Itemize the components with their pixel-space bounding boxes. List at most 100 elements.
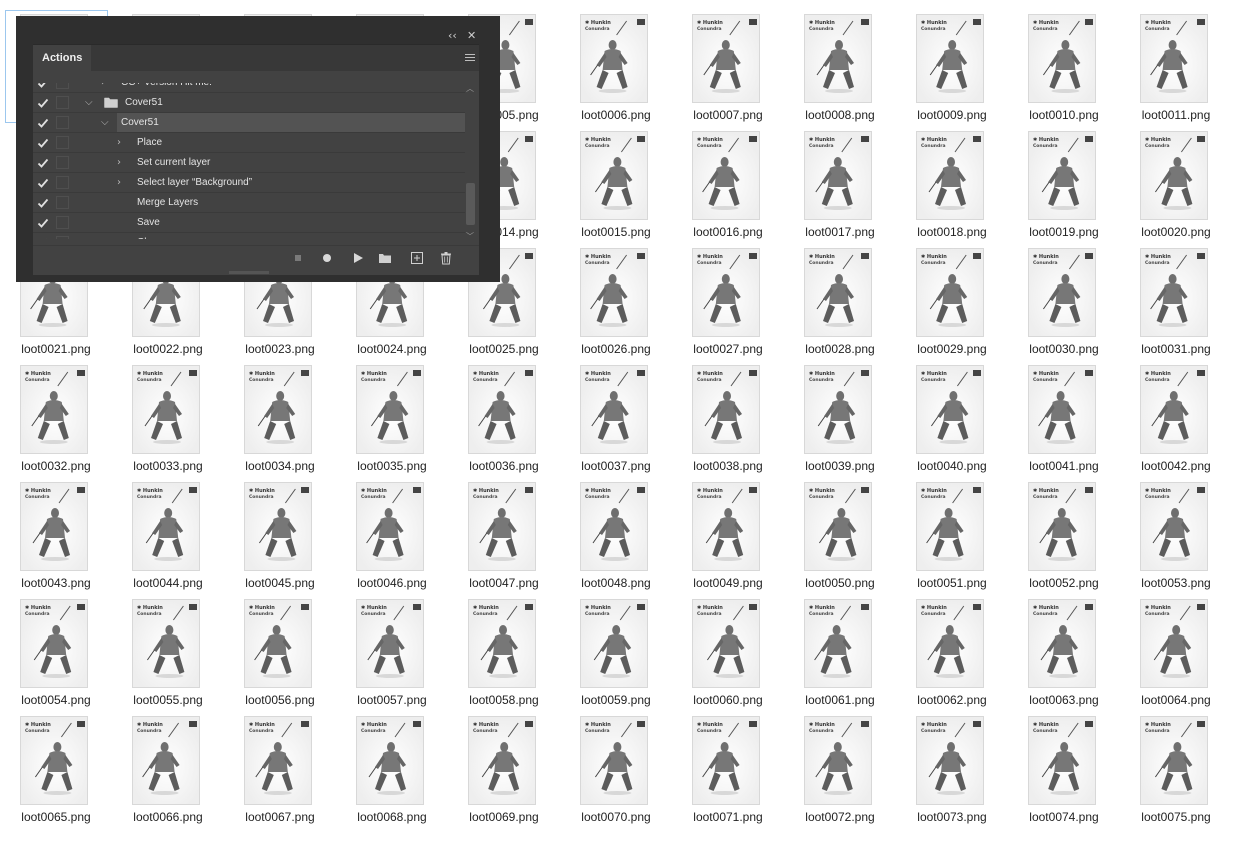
file-thumbnail[interactable]: ✱ Hunkin Conundra [244, 599, 312, 688]
file-tile[interactable]: ✱ Hunkin Conundra loot0070.png [560, 716, 672, 833]
chevron-right-icon[interactable]: › [117, 135, 121, 151]
file-thumbnail[interactable]: ✱ Hunkin Conundra [20, 365, 88, 454]
file-tile[interactable]: ✱ Hunkin Conundra loot0029.png [896, 248, 1008, 365]
file-thumbnail[interactable]: ✱ Hunkin Conundra [580, 599, 648, 688]
file-thumbnail[interactable]: ✱ Hunkin Conundra [1028, 365, 1096, 454]
file-thumbnail[interactable]: ✱ Hunkin Conundra [692, 716, 760, 805]
file-tile[interactable]: ✱ Hunkin Conundra loot0046.png [336, 482, 448, 599]
file-tile[interactable]: ✱ Hunkin Conundra loot0040.png [896, 365, 1008, 482]
file-thumbnail[interactable]: ✱ Hunkin Conundra [804, 14, 872, 103]
play-icon[interactable] [351, 251, 365, 265]
file-thumbnail[interactable]: ✱ Hunkin Conundra [804, 482, 872, 571]
close-icon[interactable]: ✕ [467, 28, 476, 44]
file-tile[interactable]: ✱ Hunkin Conundra loot0050.png [784, 482, 896, 599]
file-thumbnail[interactable]: ✱ Hunkin Conundra [1140, 14, 1208, 103]
file-tile[interactable]: ✱ Hunkin Conundra loot0006.png [560, 14, 672, 131]
file-thumbnail[interactable]: ✱ Hunkin Conundra [1028, 248, 1096, 337]
file-tile[interactable]: ✱ Hunkin Conundra loot0031.png [1120, 248, 1232, 365]
double-chevron-left-icon[interactable]: ‹‹ [448, 28, 457, 44]
file-tile[interactable]: ✱ Hunkin Conundra loot0027.png [672, 248, 784, 365]
file-tile[interactable]: ✱ Hunkin Conundra loot0020.png [1120, 131, 1232, 248]
file-tile[interactable]: ✱ Hunkin Conundra loot0057.png [336, 599, 448, 716]
dialog-toggle-box[interactable] [56, 83, 69, 89]
file-tile[interactable]: ✱ Hunkin Conundra loot0010.png [1008, 14, 1120, 131]
file-tile[interactable]: ✱ Hunkin Conundra loot0009.png [896, 14, 1008, 131]
checkmark-icon[interactable] [37, 117, 49, 129]
file-thumbnail[interactable]: ✱ Hunkin Conundra [804, 248, 872, 337]
checkmark-icon[interactable] [37, 157, 49, 169]
action-row[interactable]: › Place [33, 133, 465, 153]
file-thumbnail[interactable]: ✱ Hunkin Conundra [916, 248, 984, 337]
file-thumbnail[interactable]: ✱ Hunkin Conundra [468, 365, 536, 454]
file-thumbnail[interactable]: ✱ Hunkin Conundra [580, 365, 648, 454]
file-thumbnail[interactable]: ✱ Hunkin Conundra [692, 482, 760, 571]
file-tile[interactable]: ✱ Hunkin Conundra loot0035.png [336, 365, 448, 482]
file-thumbnail[interactable]: ✱ Hunkin Conundra [916, 599, 984, 688]
file-tile[interactable]: ✱ Hunkin Conundra loot0075.png [1120, 716, 1232, 833]
file-thumbnail[interactable]: ✱ Hunkin Conundra [580, 482, 648, 571]
file-thumbnail[interactable]: ✱ Hunkin Conundra [1028, 131, 1096, 220]
checkmark-icon[interactable] [37, 83, 49, 89]
dialog-toggle-box[interactable] [56, 116, 69, 129]
dialog-toggle-box[interactable] [56, 176, 69, 189]
action-row[interactable]: ⌵ Cover51 [33, 113, 465, 133]
action-row[interactable]: › Close [33, 233, 465, 239]
file-tile[interactable]: ✱ Hunkin Conundra loot0065.png [0, 716, 112, 833]
file-tile[interactable]: ✱ Hunkin Conundra loot0048.png [560, 482, 672, 599]
file-tile[interactable]: ✱ Hunkin Conundra loot0028.png [784, 248, 896, 365]
file-tile[interactable]: ✱ Hunkin Conundra loot0026.png [560, 248, 672, 365]
file-tile[interactable]: ✱ Hunkin Conundra loot0067.png [224, 716, 336, 833]
action-row[interactable]: Merge Layers [33, 193, 465, 213]
checkmark-icon[interactable] [37, 237, 49, 239]
file-thumbnail[interactable]: ✱ Hunkin Conundra [356, 365, 424, 454]
chevron-right-icon[interactable]: › [117, 175, 121, 191]
dialog-toggle-box[interactable] [56, 156, 69, 169]
file-thumbnail[interactable]: ✱ Hunkin Conundra [1140, 482, 1208, 571]
file-tile[interactable]: ✱ Hunkin Conundra loot0071.png [672, 716, 784, 833]
file-tile[interactable]: ✱ Hunkin Conundra loot0044.png [112, 482, 224, 599]
file-tile[interactable]: ✱ Hunkin Conundra loot0018.png [896, 131, 1008, 248]
chevron-right-icon[interactable]: › [117, 235, 121, 239]
record-icon[interactable] [320, 251, 334, 265]
dialog-toggle-box[interactable] [56, 136, 69, 149]
file-tile[interactable]: ✱ Hunkin Conundra loot0053.png [1120, 482, 1232, 599]
file-thumbnail[interactable]: ✱ Hunkin Conundra [692, 14, 760, 103]
file-thumbnail[interactable]: ✱ Hunkin Conundra [692, 248, 760, 337]
checkmark-icon[interactable] [37, 217, 49, 229]
file-thumbnail[interactable]: ✱ Hunkin Conundra [580, 14, 648, 103]
file-thumbnail[interactable]: ✱ Hunkin Conundra [356, 716, 424, 805]
file-thumbnail[interactable]: ✱ Hunkin Conundra [20, 716, 88, 805]
dialog-toggle-box[interactable] [56, 196, 69, 209]
file-thumbnail[interactable]: ✱ Hunkin Conundra [1140, 365, 1208, 454]
file-thumbnail[interactable]: ✱ Hunkin Conundra [692, 365, 760, 454]
file-tile[interactable]: ✱ Hunkin Conundra loot0061.png [784, 599, 896, 716]
checkmark-icon[interactable] [37, 197, 49, 209]
trash-icon[interactable] [439, 251, 453, 265]
file-thumbnail[interactable]: ✱ Hunkin Conundra [804, 131, 872, 220]
checkmark-icon[interactable] [37, 177, 49, 189]
file-tile[interactable]: ✱ Hunkin Conundra loot0039.png [784, 365, 896, 482]
stop-icon[interactable] [291, 251, 305, 265]
file-tile[interactable]: ✱ Hunkin Conundra loot0068.png [336, 716, 448, 833]
file-thumbnail[interactable]: ✱ Hunkin Conundra [244, 716, 312, 805]
action-row[interactable]: ⌵ Cover51 [33, 93, 465, 113]
file-thumbnail[interactable]: ✱ Hunkin Conundra [468, 716, 536, 805]
file-thumbnail[interactable]: ✱ Hunkin Conundra [804, 716, 872, 805]
file-thumbnail[interactable]: ✱ Hunkin Conundra [916, 482, 984, 571]
file-tile[interactable]: ✱ Hunkin Conundra loot0011.png [1120, 14, 1232, 131]
file-thumbnail[interactable]: ✱ Hunkin Conundra [580, 131, 648, 220]
scroll-down-icon[interactable]: ﹀ [466, 233, 474, 241]
file-tile[interactable]: ✱ Hunkin Conundra loot0056.png [224, 599, 336, 716]
file-tile[interactable]: ✱ Hunkin Conundra loot0034.png [224, 365, 336, 482]
file-thumbnail[interactable]: ✱ Hunkin Conundra [132, 599, 200, 688]
file-tile[interactable]: ✱ Hunkin Conundra loot0059.png [560, 599, 672, 716]
file-tile[interactable]: ✱ Hunkin Conundra loot0049.png [672, 482, 784, 599]
file-thumbnail[interactable]: ✱ Hunkin Conundra [916, 14, 984, 103]
file-tile[interactable]: ✱ Hunkin Conundra loot0052.png [1008, 482, 1120, 599]
file-thumbnail[interactable]: ✱ Hunkin Conundra [468, 599, 536, 688]
new-action-icon[interactable] [410, 251, 424, 265]
action-row[interactable]: › CC+ Version Hit me! [33, 83, 465, 93]
file-tile[interactable]: ✱ Hunkin Conundra loot0045.png [224, 482, 336, 599]
scroll-up-icon[interactable]: ︿ [466, 85, 474, 93]
file-thumbnail[interactable]: ✱ Hunkin Conundra [20, 482, 88, 571]
